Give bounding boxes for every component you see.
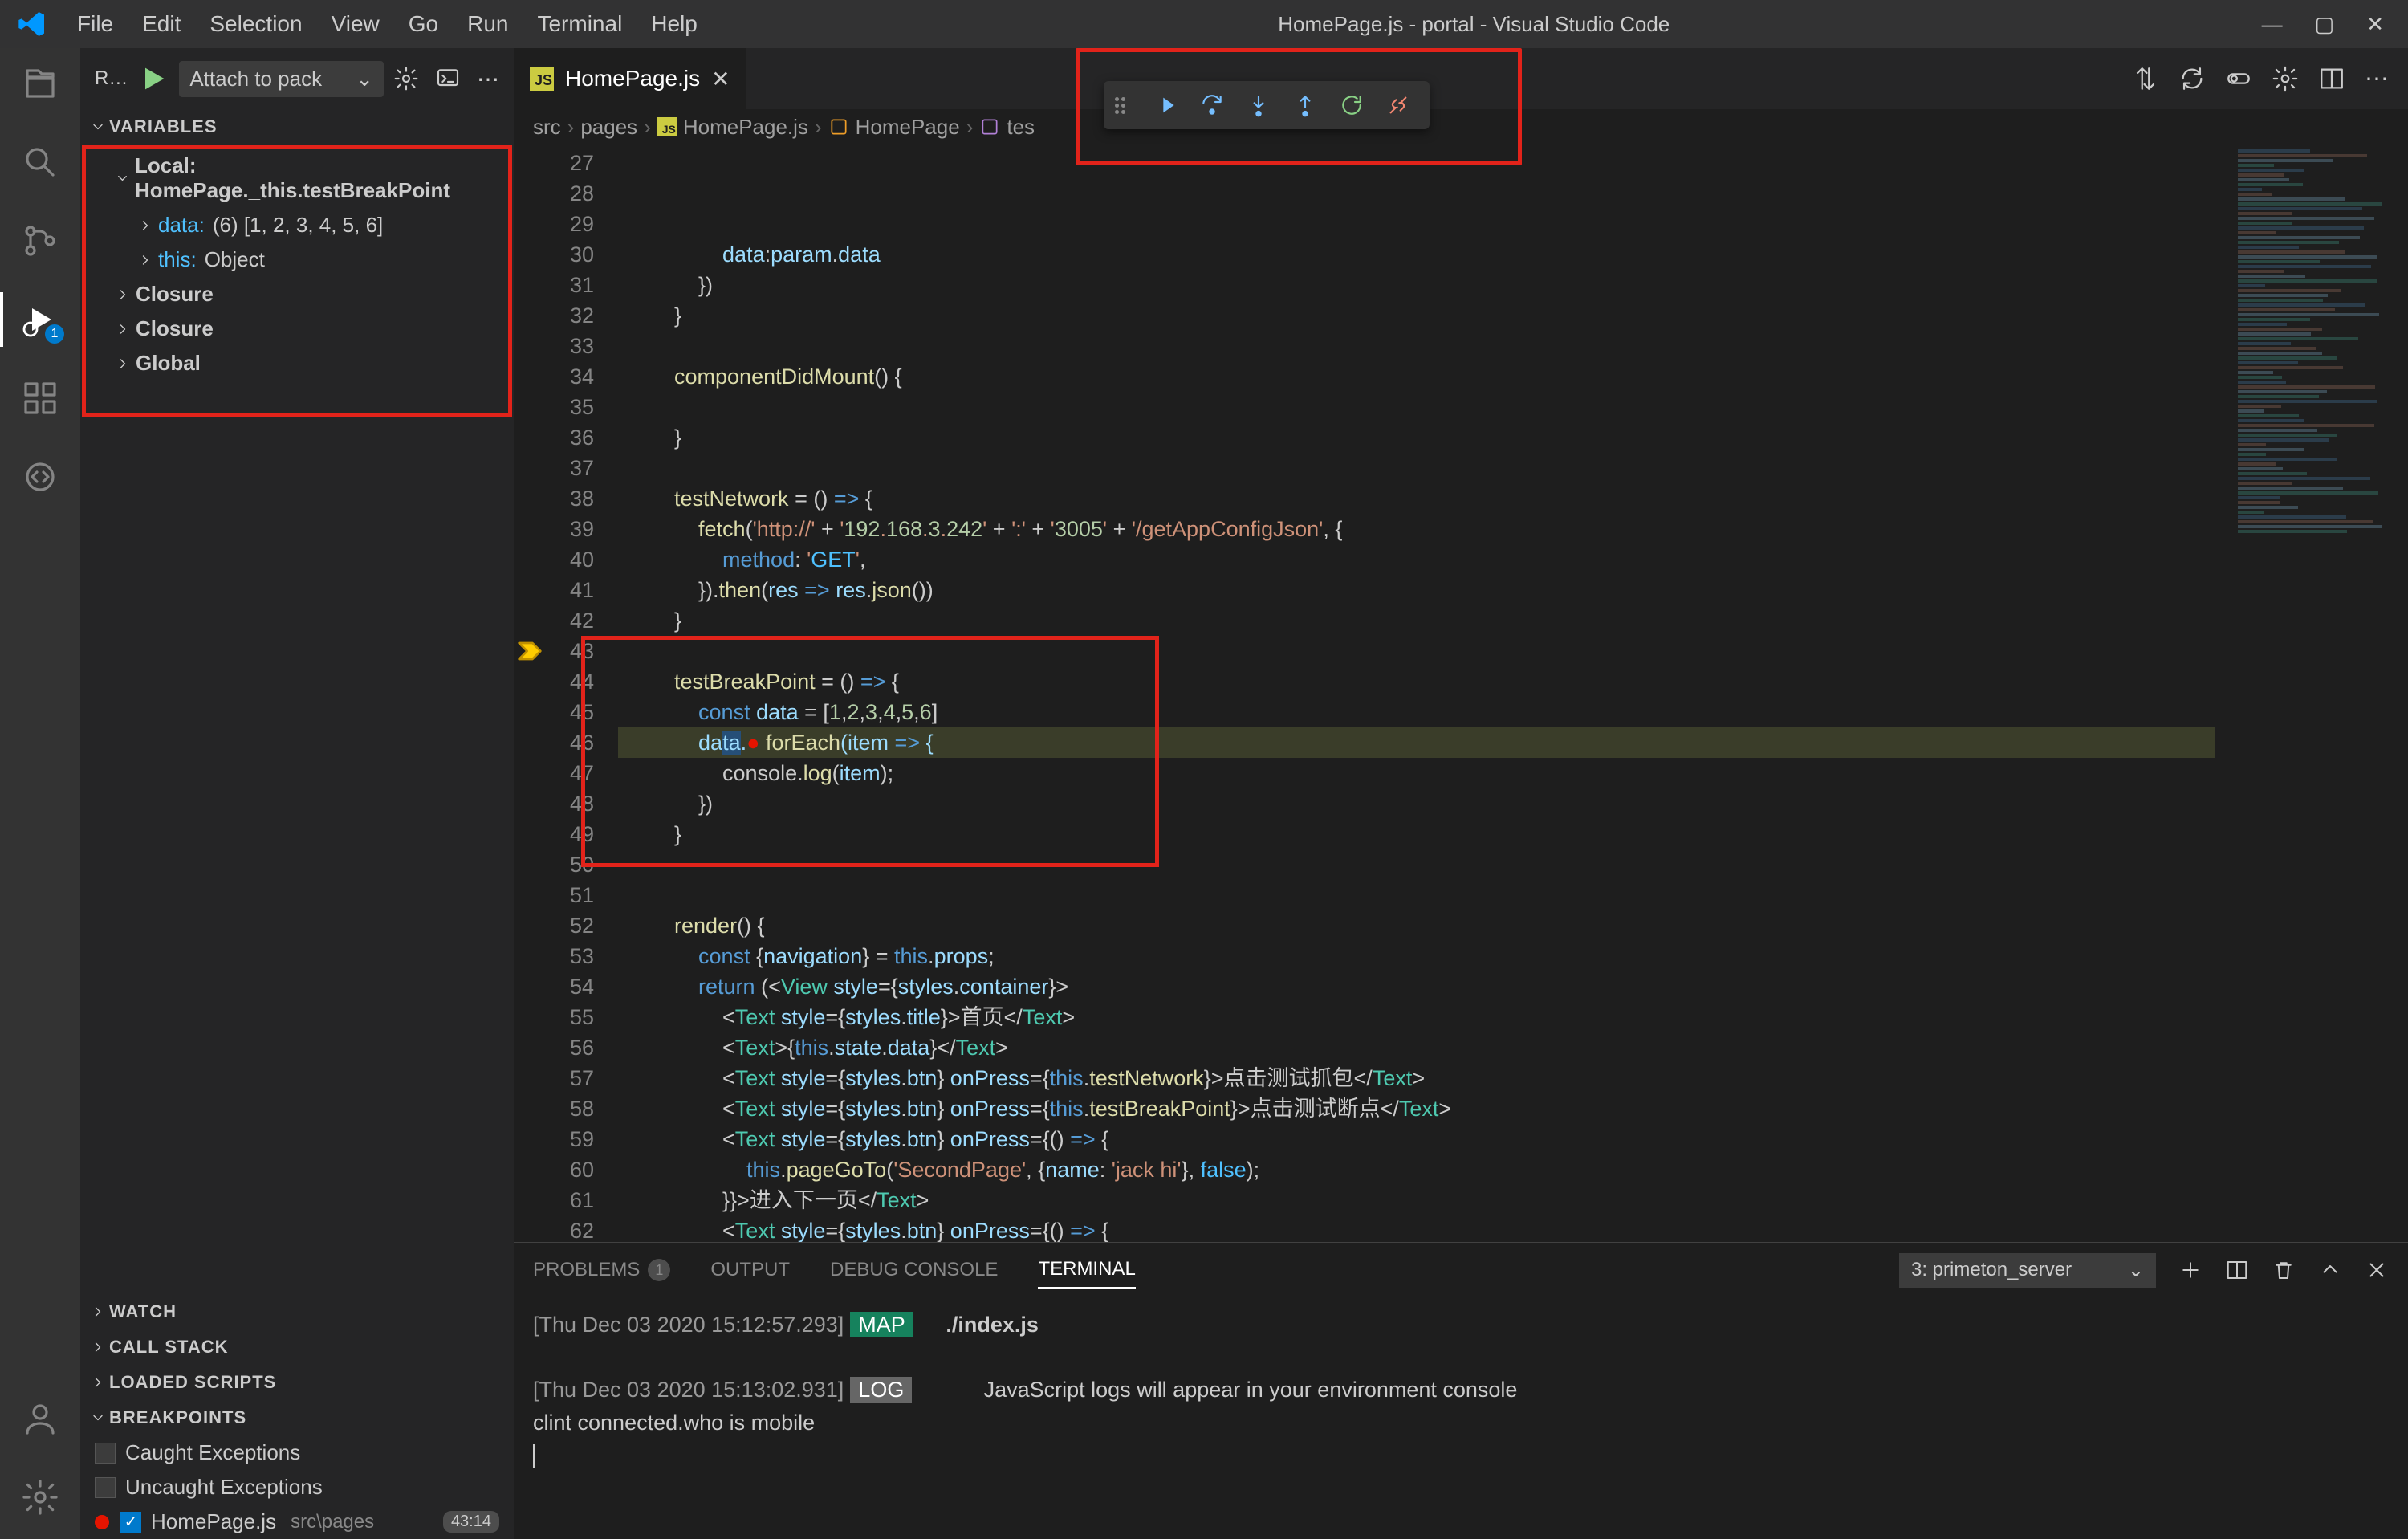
panel-tab-debug-console[interactable]: DEBUG CONSOLE bbox=[830, 1252, 998, 1288]
panel-tab-output[interactable]: OUTPUT bbox=[710, 1252, 790, 1288]
tab-homepage[interactable]: JS HomePage.js ✕ bbox=[514, 48, 747, 109]
menu-edit[interactable]: Edit bbox=[129, 6, 193, 42]
panel-tab-problems[interactable]: PROBLEMS1 bbox=[533, 1252, 670, 1288]
menu-run[interactable]: Run bbox=[454, 6, 521, 42]
variables-section-header[interactable]: VARIABLES bbox=[80, 109, 514, 145]
loaded-scripts-section-header[interactable]: LOADED SCRIPTS bbox=[80, 1365, 514, 1400]
js-file-icon: JS bbox=[530, 67, 554, 91]
bp-uncaught-exceptions[interactable]: Uncaught Exceptions bbox=[80, 1470, 514, 1504]
title-bar: File Edit Selection View Go Run Terminal… bbox=[0, 0, 2408, 48]
debug-console-icon[interactable] bbox=[435, 66, 461, 92]
scope-global[interactable]: Global bbox=[86, 346, 508, 381]
toggle-icon[interactable] bbox=[2225, 65, 2252, 92]
vscode-logo-icon bbox=[16, 8, 48, 40]
menu-selection[interactable]: Selection bbox=[197, 6, 315, 42]
accounts-icon[interactable] bbox=[21, 1399, 59, 1438]
menu-file[interactable]: File bbox=[64, 6, 126, 42]
refresh-icon[interactable] bbox=[2178, 65, 2206, 92]
continue-icon[interactable] bbox=[1145, 88, 1186, 123]
toolbar-grip-icon[interactable] bbox=[1115, 97, 1133, 114]
highlight-box-code bbox=[581, 636, 1159, 867]
bp-caught-exceptions[interactable]: Caught Exceptions bbox=[80, 1435, 514, 1470]
variables-panel: Local: HomePage._this.testBreakPoint dat… bbox=[82, 145, 512, 417]
window-title: HomePage.js - portal - Visual Studio Cod… bbox=[710, 12, 2238, 37]
scope-local[interactable]: Local: HomePage._this.testBreakPoint bbox=[86, 149, 508, 208]
panel-tab-terminal[interactable]: TERMINAL bbox=[1038, 1252, 1135, 1289]
step-over-icon[interactable] bbox=[1192, 88, 1232, 123]
callstack-section-header[interactable]: CALL STACK bbox=[80, 1329, 514, 1365]
close-window-icon[interactable]: ✕ bbox=[2366, 12, 2384, 37]
watch-section-header[interactable]: WATCH bbox=[80, 1294, 514, 1329]
breakpoint-dot-icon bbox=[95, 1515, 109, 1529]
menu-terminal[interactable]: Terminal bbox=[524, 6, 635, 42]
gear-icon[interactable] bbox=[393, 66, 419, 92]
search-icon[interactable] bbox=[21, 143, 59, 181]
debug-config-select[interactable]: Attach to pack⌄ bbox=[179, 61, 384, 97]
js-file-icon: JS bbox=[657, 117, 677, 136]
menu-view[interactable]: View bbox=[319, 6, 393, 42]
code-editor[interactable]: 2728293031323334353637383940414243444546… bbox=[514, 145, 2408, 1242]
start-debug-icon[interactable] bbox=[137, 63, 169, 95]
scope-closure-2[interactable]: Closure bbox=[86, 311, 508, 346]
extensions-icon[interactable] bbox=[21, 379, 59, 417]
source-control-icon[interactable] bbox=[21, 222, 59, 260]
run-label: R… bbox=[95, 67, 128, 90]
more-icon[interactable]: ⋯ bbox=[477, 66, 499, 92]
breakpoints-section-header[interactable]: BREAKPOINTS bbox=[80, 1400, 514, 1435]
activity-bar: 1 bbox=[0, 48, 80, 1539]
minimize-icon[interactable]: — bbox=[2262, 12, 2283, 37]
menu-go[interactable]: Go bbox=[396, 6, 451, 42]
split-terminal-icon[interactable] bbox=[2225, 1258, 2249, 1282]
close-tab-icon[interactable]: ✕ bbox=[711, 66, 730, 92]
debug-sidebar: R… Attach to pack⌄ ⋯ VARIABLES Local: Ho… bbox=[80, 48, 514, 1539]
new-terminal-icon[interactable] bbox=[2178, 1258, 2203, 1282]
kill-terminal-icon[interactable] bbox=[2272, 1258, 2296, 1282]
bp-homepage[interactable]: ✓HomePage.jssrc\pages43:14 bbox=[80, 1504, 514, 1539]
disconnect-icon[interactable] bbox=[1378, 88, 1418, 123]
terminal-select[interactable]: 3: primeton_server⌄ bbox=[1899, 1253, 2156, 1288]
menu-bar: File Edit Selection View Go Run Terminal… bbox=[64, 6, 710, 42]
menu-help[interactable]: Help bbox=[638, 6, 710, 42]
terminal-output[interactable]: [Thu Dec 03 2020 15:12:57.293]MAP ./inde… bbox=[514, 1297, 2408, 1539]
settings-gear-icon[interactable] bbox=[21, 1478, 59, 1517]
run-debug-icon[interactable]: 1 bbox=[21, 300, 59, 339]
split-editor-icon[interactable] bbox=[2318, 65, 2345, 92]
restart-icon[interactable] bbox=[1332, 88, 1372, 123]
more-actions-icon[interactable]: ⋯ bbox=[2365, 65, 2389, 93]
close-panel-icon[interactable] bbox=[2365, 1258, 2389, 1282]
settings-icon[interactable] bbox=[2272, 65, 2299, 92]
variable-this[interactable]: this: Object bbox=[86, 242, 508, 277]
scope-closure-1[interactable]: Closure bbox=[86, 277, 508, 311]
maximize-icon[interactable]: ▢ bbox=[2315, 12, 2335, 37]
step-out-icon[interactable] bbox=[1285, 88, 1325, 123]
compare-icon[interactable] bbox=[2132, 65, 2159, 92]
bottom-panel: PROBLEMS1 OUTPUT DEBUG CONSOLE TERMINAL … bbox=[514, 1242, 2408, 1539]
variable-data[interactable]: data: (6) [1, 2, 3, 4, 5, 6] bbox=[86, 208, 508, 242]
explorer-icon[interactable] bbox=[21, 64, 59, 103]
remote-icon[interactable] bbox=[21, 458, 59, 496]
debug-badge: 1 bbox=[45, 324, 64, 344]
minimap[interactable] bbox=[2215, 145, 2408, 1242]
maximize-panel-icon[interactable] bbox=[2318, 1258, 2342, 1282]
step-into-icon[interactable] bbox=[1239, 88, 1279, 123]
